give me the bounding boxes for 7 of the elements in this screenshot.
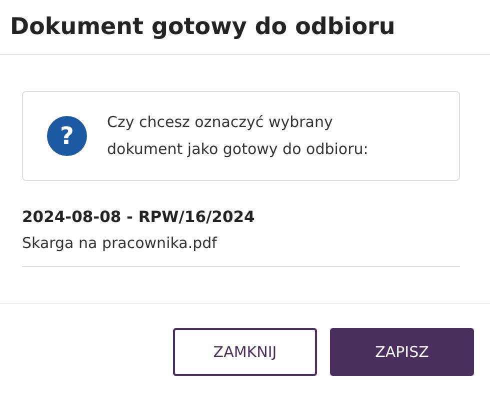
close-button[interactable]: ZAMKNIJ [173,328,317,376]
document-reference: 2024-08-08 - RPW/16/2024 [22,208,256,226]
question-icon: ? [47,116,87,156]
file-name: Skarga na pracownika.pdf [22,234,218,252]
confirmation-message: Czy chcesz oznaczyć wybrany dokument jako gotowy do odbioru: [107,112,370,160]
save-button[interactable]: ZAPISZ [330,328,474,376]
dialog-title: Dokument gotowy do odbioru [9,13,396,42]
